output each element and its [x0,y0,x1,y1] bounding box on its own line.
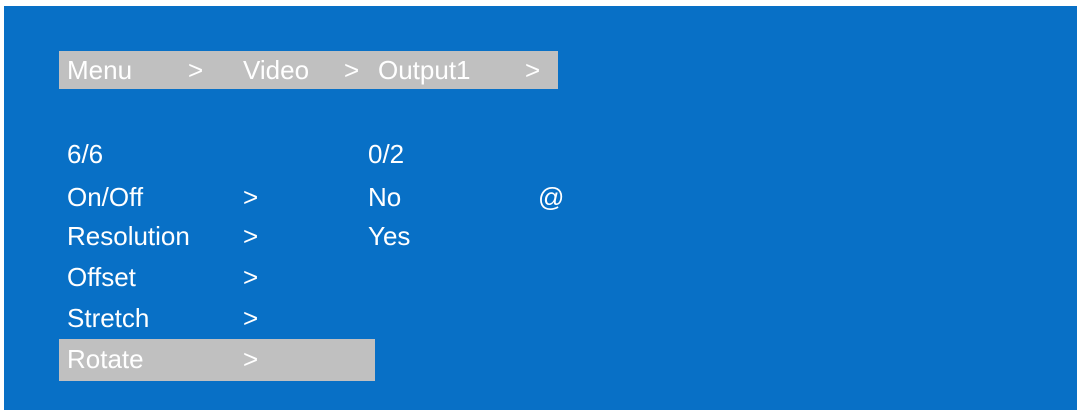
option-label: Yes [368,221,411,251]
osd-screen: Menu > Video > Output1 > 6/6 On/Off > Re… [4,6,1077,410]
option-label: No [368,182,402,212]
menu-item-arrow: > [243,182,259,212]
menu-item-label: Resolution [67,221,190,251]
menu-item-label: Rotate [67,344,144,374]
breadcrumb-menu[interactable]: Menu [67,55,132,85]
right-menu-counter: 0/2 [368,139,405,169]
breadcrumb-video[interactable]: Video [243,55,309,85]
menu-item-label: Offset [67,262,136,292]
menu-item-arrow: > [243,303,259,333]
breadcrumb-separator: > [525,55,541,85]
current-selection-marker: @ [538,182,565,212]
menu-item-arrow: > [243,344,259,374]
menu-item-arrow: > [243,262,259,292]
menu-item-label: On/Off [67,182,144,212]
breadcrumb-separator: > [188,55,204,85]
menu-item-label: Stretch [67,303,150,333]
left-menu-counter: 6/6 [67,139,104,169]
menu-item-arrow: > [243,221,259,251]
breadcrumb-separator: > [344,55,360,85]
breadcrumb-output1[interactable]: Output1 [378,55,471,85]
